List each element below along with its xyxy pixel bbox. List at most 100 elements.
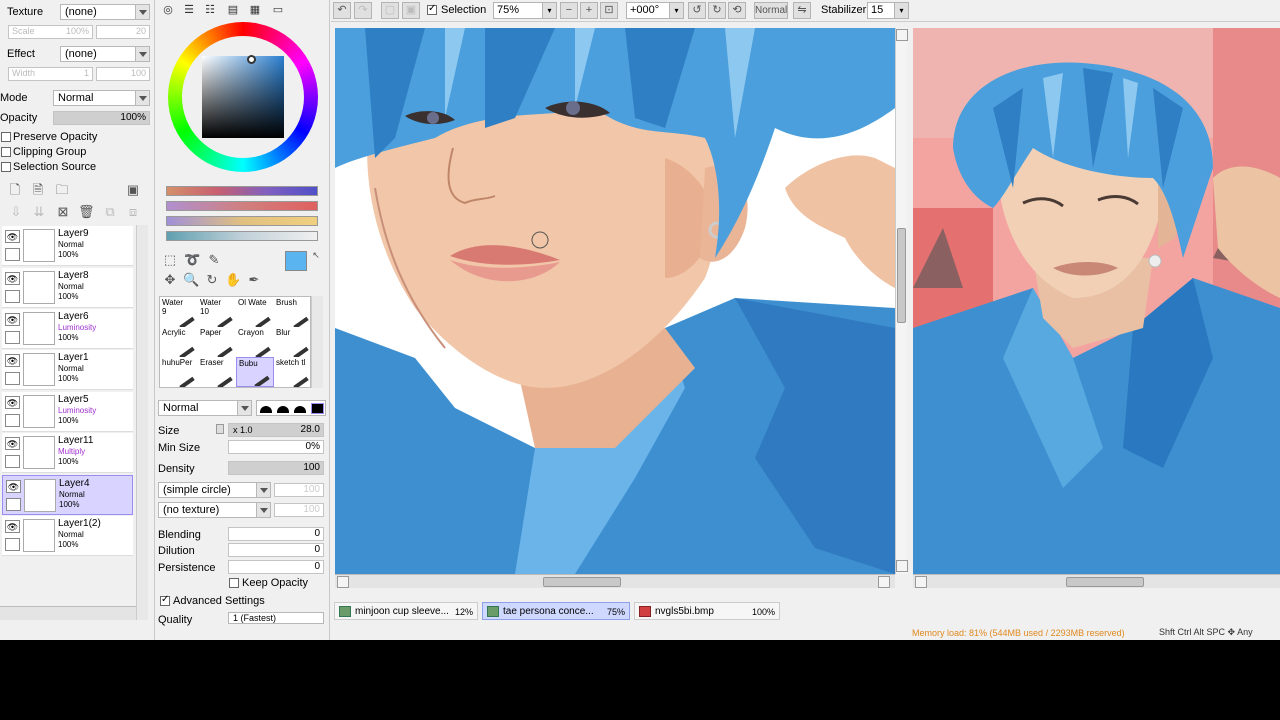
- brush-tool-slot[interactable]: Acrylic: [160, 327, 198, 357]
- layer-lock-toggle[interactable]: [5, 290, 20, 303]
- value-bar[interactable]: [166, 216, 318, 226]
- artwork-canvas[interactable]: [335, 28, 895, 574]
- density-slider[interactable]: 100: [228, 461, 324, 475]
- clipping-group-checkbox[interactable]: [1, 147, 11, 157]
- layer-row[interactable]: 👁 Layer1(2) Normal 100%: [2, 516, 133, 556]
- layer-list-scrollbar[interactable]: [136, 225, 148, 620]
- eyedropper-icon[interactable]: ✒: [246, 272, 262, 288]
- new-folder-icon[interactable]: 🗀: [54, 182, 70, 198]
- layer-mode-dropdown[interactable]: Normal: [53, 90, 150, 106]
- brush-tool-slot[interactable]: Paper: [198, 327, 236, 357]
- merge-down-icon[interactable]: ⇊: [31, 204, 47, 220]
- effect-strength-field[interactable]: 100: [96, 67, 150, 81]
- drawing-canvas-window[interactable]: [335, 28, 910, 590]
- reference-hscroll-thumb[interactable]: [1066, 577, 1144, 587]
- brush-tool-slot[interactable]: Eraser: [198, 357, 236, 387]
- dilution-slider[interactable]: 0: [228, 543, 324, 557]
- doc-tab[interactable]: nvgls5bi.bmp 100%: [634, 602, 780, 620]
- brush-tool-slot[interactable]: Brush: [274, 297, 312, 327]
- scroll-up-icon[interactable]: [896, 29, 908, 41]
- scroll-right-icon[interactable]: [878, 576, 890, 588]
- layer-lock-toggle[interactable]: [5, 372, 20, 385]
- keep-opacity-checkbox[interactable]: [229, 578, 239, 588]
- new-linework-layer-icon[interactable]: 🗎: [30, 182, 46, 198]
- flip-icon[interactable]: ⇋: [793, 2, 811, 19]
- layer-row[interactable]: 👁 Layer9 Normal 100%: [2, 226, 133, 266]
- brush-shape-icon[interactable]: [311, 403, 324, 414]
- new-layer-icon[interactable]: 🗋: [7, 182, 23, 198]
- layer-lock-toggle[interactable]: [5, 331, 20, 344]
- delete-mask-icon[interactable]: ⧈: [125, 204, 141, 220]
- brush-tool-slot[interactable]: Crayon: [236, 327, 274, 357]
- rotate-left-icon[interactable]: ↺: [688, 2, 706, 19]
- apply-mask-icon[interactable]: ⧉: [102, 204, 118, 220]
- saturation-value-square[interactable]: [202, 56, 284, 138]
- zoom-reset-icon[interactable]: ⊡: [600, 2, 618, 19]
- brush-tool-slot[interactable]: Bubu: [236, 357, 274, 387]
- invert-selection-icon[interactable]: ▣: [402, 2, 420, 19]
- hand-icon[interactable]: ✋: [225, 272, 241, 288]
- brush-blend-dropdown[interactable]: Normal: [158, 400, 252, 416]
- blend-mode-button[interactable]: Normal: [754, 2, 788, 19]
- layer-row[interactable]: 👁 Layer8 Normal 100%: [2, 268, 133, 308]
- reference-hscrollbar[interactable]: [913, 574, 1280, 588]
- stabilizer-dropdown[interactable]: 15 ▾: [867, 2, 909, 19]
- layer-list-hscrollbar[interactable]: [0, 606, 136, 620]
- texture-scale-slider[interactable]: Scale 100%: [8, 25, 93, 39]
- color-mixer-tab-icon[interactable]: ▤: [224, 2, 242, 18]
- rotate-icon[interactable]: ↻: [204, 272, 220, 288]
- brush-texture-dropdown[interactable]: (no texture): [158, 502, 271, 518]
- eye-icon[interactable]: 👁: [5, 520, 20, 533]
- select-rect-icon[interactable]: ⬚: [162, 252, 178, 268]
- brush-shape-icon[interactable]: [260, 406, 272, 413]
- eye-icon[interactable]: 👁: [5, 272, 20, 285]
- brush-tool-slot[interactable]: huhuPer: [160, 357, 198, 387]
- texture-strength-field[interactable]: 20: [96, 25, 150, 39]
- saturation-bar[interactable]: [166, 201, 318, 211]
- advanced-settings-checkbox[interactable]: [160, 594, 170, 606]
- brush-tool-slot[interactable]: sketch tl: [274, 357, 312, 387]
- layer-texture-dropdown[interactable]: (none): [60, 4, 150, 20]
- layer-row[interactable]: 👁 Layer1 Normal 100%: [2, 350, 133, 390]
- eye-icon[interactable]: 👁: [5, 437, 20, 450]
- rgb-slider-tab-icon[interactable]: ☰: [180, 2, 198, 18]
- brush-tool-slot[interactable]: Water 10: [198, 297, 236, 327]
- transfer-down-icon[interactable]: ⇩: [8, 204, 24, 220]
- brush-shape-icon[interactable]: [277, 406, 289, 413]
- effect-width-slider[interactable]: Width 1: [8, 67, 93, 81]
- brush-shape-selector[interactable]: [256, 400, 326, 416]
- layer-lock-toggle[interactable]: [5, 414, 20, 427]
- canvas-vscroll-thumb[interactable]: [897, 228, 906, 323]
- eye-icon[interactable]: 👁: [6, 480, 21, 493]
- layer-effect-dropdown[interactable]: (none): [60, 46, 150, 62]
- reference-image[interactable]: [913, 28, 1280, 574]
- redo-icon[interactable]: ↷: [354, 2, 372, 19]
- scroll-left-icon[interactable]: [915, 576, 927, 588]
- selection-source-checkbox[interactable]: [1, 162, 11, 172]
- layer-lock-toggle[interactable]: [5, 455, 20, 468]
- zoom-icon[interactable]: 🔍: [183, 272, 199, 288]
- move-icon[interactable]: ✥: [162, 272, 178, 288]
- swap-colors-icon[interactable]: ↖: [308, 247, 324, 263]
- scratch-pad-tab-icon[interactable]: ▭: [269, 2, 287, 18]
- reference-canvas-window[interactable]: [913, 28, 1280, 590]
- layer-mask-icon[interactable]: ▣: [125, 182, 141, 198]
- rotation-dropdown[interactable]: +000° ▾: [626, 2, 684, 19]
- magic-wand-icon[interactable]: ✎: [206, 252, 222, 268]
- doc-tab-active[interactable]: tae persona conce... 75%: [482, 602, 630, 620]
- canvas-vscrollbar[interactable]: [895, 28, 908, 574]
- size-slider[interactable]: x 1.0 28.0: [228, 423, 324, 437]
- eye-icon[interactable]: 👁: [5, 396, 20, 409]
- brush-tool-slot[interactable]: Ol Wate: [236, 297, 274, 327]
- eye-icon[interactable]: 👁: [5, 313, 20, 326]
- layer-lock-toggle[interactable]: [6, 498, 21, 511]
- delete-layer-icon[interactable]: 🗑: [78, 204, 95, 220]
- brush-shape-icon[interactable]: [294, 406, 306, 413]
- deselect-icon[interactable]: ▢: [381, 2, 399, 19]
- eye-icon[interactable]: 👁: [5, 230, 20, 243]
- scroll-left-icon[interactable]: [337, 576, 349, 588]
- brush-shape-dropdown[interactable]: (simple circle): [158, 482, 271, 498]
- layer-row[interactable]: 👁 Layer4 Normal 100%: [2, 475, 133, 515]
- brush-tool-slot[interactable]: Water 9: [160, 297, 198, 327]
- shape-strength-field[interactable]: 100: [274, 483, 324, 497]
